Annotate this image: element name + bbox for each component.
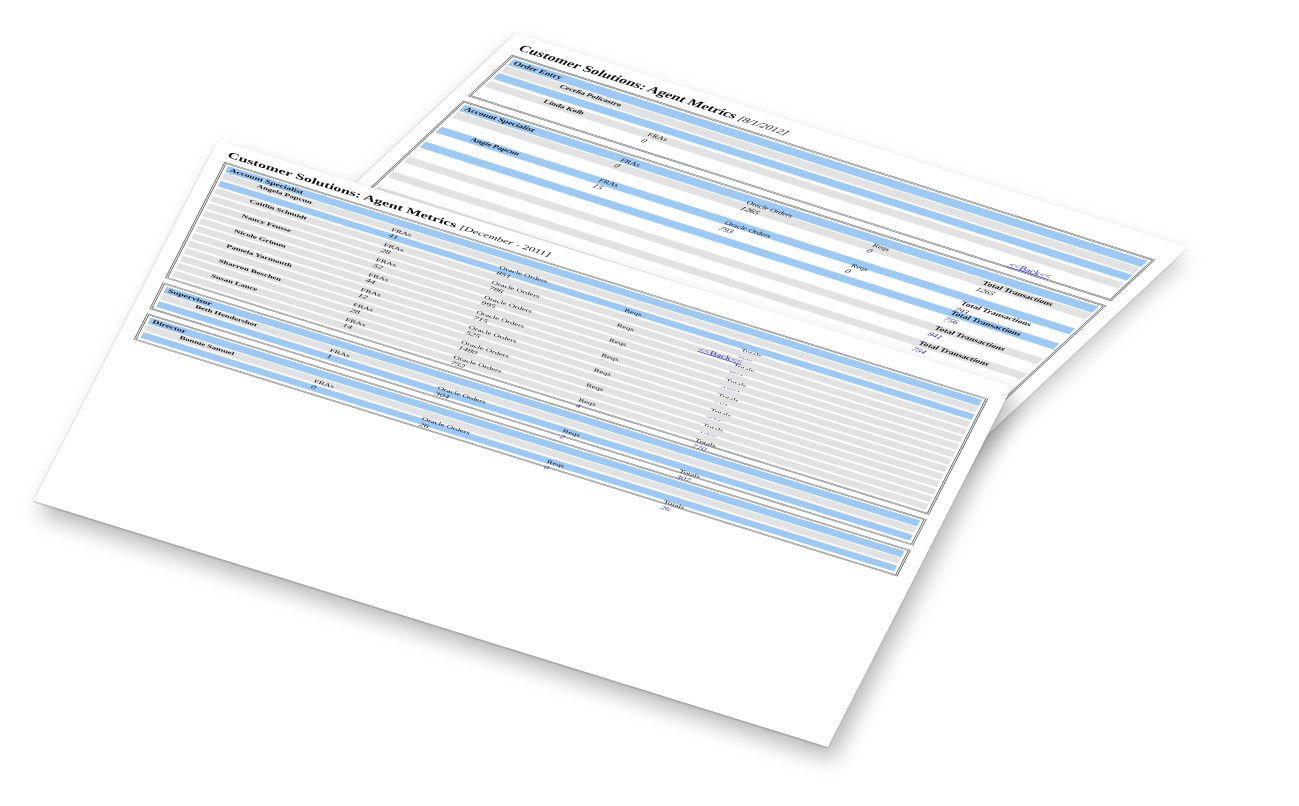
reqs-value: 4 <box>574 402 582 410</box>
fras-value: 0 <box>638 137 649 145</box>
fras-value: 15 <box>590 182 605 192</box>
reqs-value: 0 <box>542 464 551 472</box>
reqs-value: 2 <box>558 433 566 441</box>
